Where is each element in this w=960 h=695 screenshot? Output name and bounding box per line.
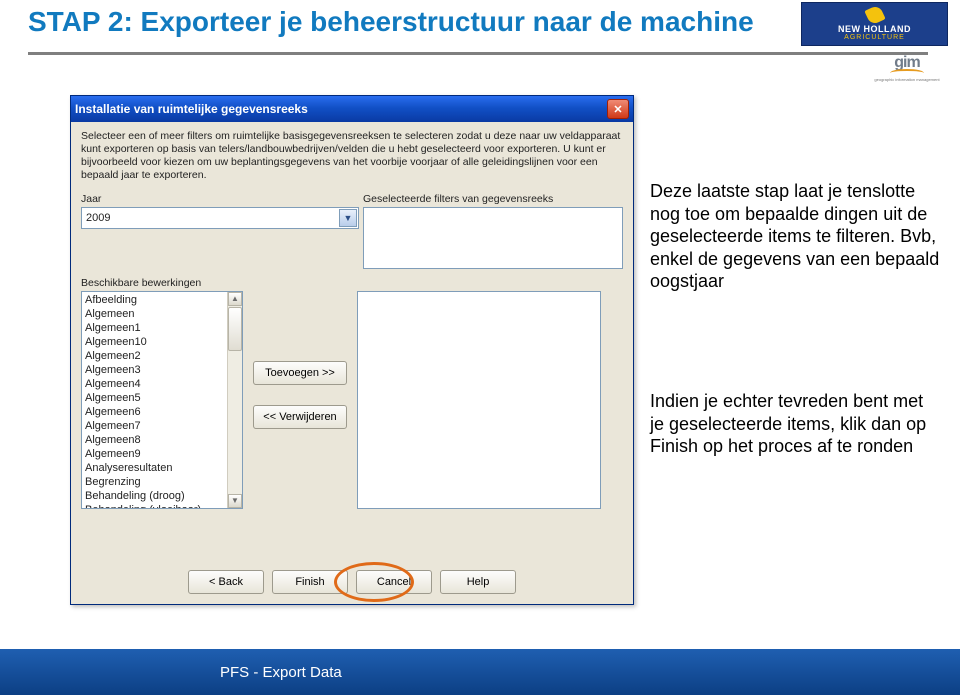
- list-item[interactable]: Algemeen4: [84, 377, 226, 391]
- list-item[interactable]: Behandeling (droog): [84, 489, 226, 503]
- scroll-thumb[interactable]: [228, 307, 242, 351]
- annotation-finish: Indien je echter tevreden bent met je ge…: [650, 390, 940, 458]
- finish-button[interactable]: Finish: [272, 570, 348, 594]
- footer-text: PFS - Export Data: [220, 664, 342, 681]
- chosen-ops-list[interactable]: [357, 291, 601, 509]
- list-item[interactable]: Behandeling (vloeibaar): [84, 503, 226, 509]
- selected-filters-label: Geselecteerde filters van gegevensreeks: [363, 193, 623, 205]
- dialog-button-row: < Back Finish Cancel Help: [71, 570, 633, 594]
- title-divider: [28, 52, 928, 55]
- dialog-intro-text: Selecteer een of meer filters om ruimtel…: [81, 130, 623, 183]
- list-item[interactable]: Algemeen9: [84, 447, 226, 461]
- list-item[interactable]: Algemeen7: [84, 419, 226, 433]
- slide-footer: PFS - Export Data: [0, 649, 960, 695]
- new-holland-logo: NEW HOLLAND AGRICULTURE: [801, 2, 948, 46]
- remove-button[interactable]: << Verwijderen: [253, 405, 347, 429]
- list-item[interactable]: Algemeen3: [84, 363, 226, 377]
- gim-logo: gim geographic information management: [872, 54, 942, 84]
- slide-title: STAP 2: Exporteer je beheerstructuur naa…: [28, 6, 754, 38]
- back-button[interactable]: < Back: [188, 570, 264, 594]
- year-select[interactable]: 2009 ▼: [81, 207, 359, 229]
- install-dataset-dialog: Installatie van ruimtelijke gegevensreek…: [70, 95, 634, 605]
- cancel-button[interactable]: Cancel: [356, 570, 432, 594]
- gim-sub: geographic information management: [874, 77, 939, 82]
- logo-line2: AGRICULTURE: [844, 34, 905, 41]
- logo-line1: NEW HOLLAND: [838, 24, 911, 34]
- scrollbar[interactable]: ▲ ▼: [227, 292, 242, 508]
- available-ops-label: Beschikbare bewerkingen: [81, 277, 623, 289]
- selected-filters-list[interactable]: [363, 207, 623, 269]
- year-label: Jaar: [81, 193, 353, 205]
- dialog-title: Installatie van ruimtelijke gegevensreek…: [75, 102, 607, 116]
- add-button[interactable]: Toevoegen >>: [253, 361, 347, 385]
- list-item[interactable]: Algemeen5: [84, 391, 226, 405]
- list-item[interactable]: Afbeelding: [84, 293, 226, 307]
- scroll-up-icon[interactable]: ▲: [228, 292, 242, 306]
- list-item[interactable]: Algemeen8: [84, 433, 226, 447]
- gim-arc: [890, 69, 924, 77]
- list-item[interactable]: Algemeen10: [84, 335, 226, 349]
- available-ops-list[interactable]: AfbeeldingAlgemeenAlgemeen1Algemeen10Alg…: [81, 291, 243, 509]
- close-icon[interactable]: ✕: [607, 99, 629, 119]
- annotation-filter: Deze laatste stap laat je tenslotte nog …: [650, 180, 940, 293]
- leaf-icon: [864, 4, 885, 25]
- list-item[interactable]: Algemeen: [84, 307, 226, 321]
- help-button[interactable]: Help: [440, 570, 516, 594]
- list-item[interactable]: Analyseresultaten: [84, 461, 226, 475]
- list-item[interactable]: Begrenzing: [84, 475, 226, 489]
- dialog-titlebar[interactable]: Installatie van ruimtelijke gegevensreek…: [71, 96, 633, 122]
- scroll-down-icon[interactable]: ▼: [228, 494, 242, 508]
- chevron-down-icon[interactable]: ▼: [339, 209, 357, 227]
- year-value: 2009: [86, 212, 110, 224]
- list-item[interactable]: Algemeen1: [84, 321, 226, 335]
- list-item[interactable]: Algemeen2: [84, 349, 226, 363]
- list-item[interactable]: Algemeen6: [84, 405, 226, 419]
